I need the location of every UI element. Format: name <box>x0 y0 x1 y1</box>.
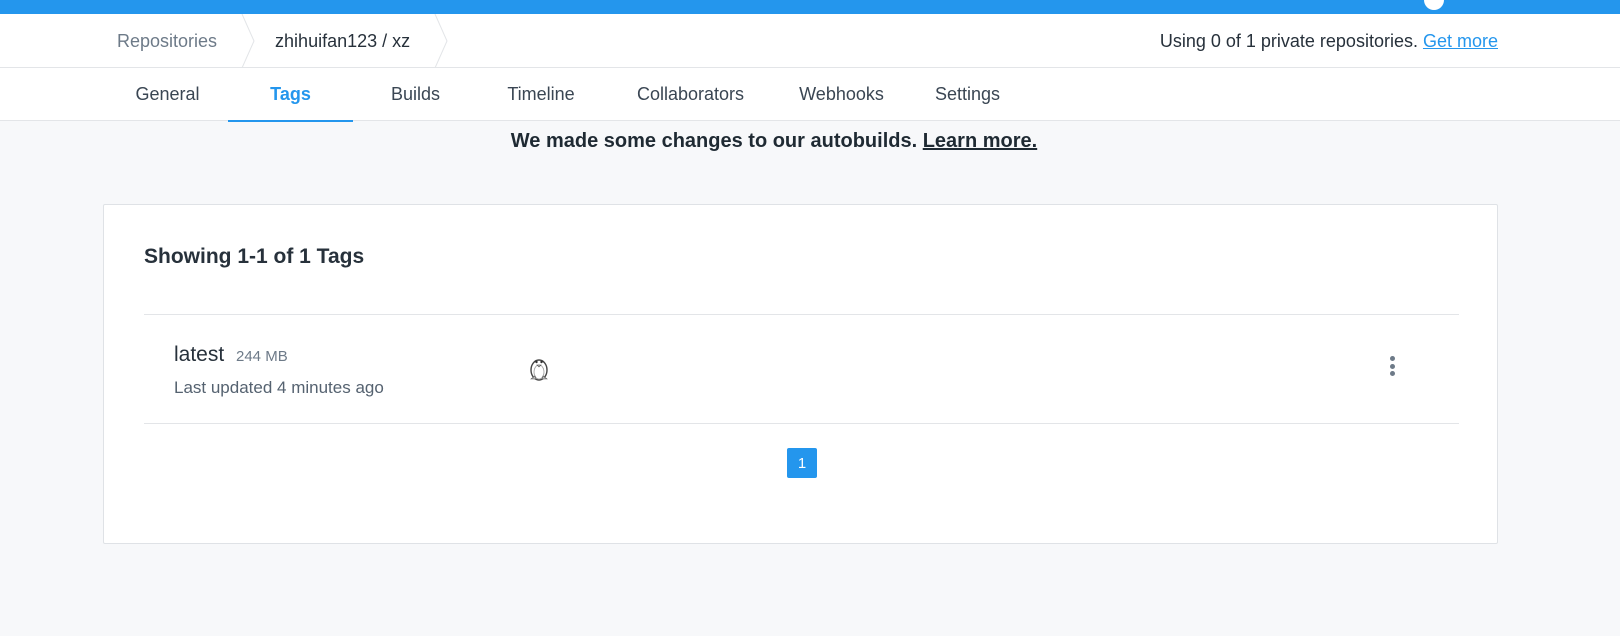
breadcrumb-repositories-link[interactable]: Repositories <box>103 14 241 68</box>
breadcrumb-repo-label: zhihuifan123 / xz <box>275 30 411 51</box>
tag-actions-menu-icon[interactable] <box>1385 353 1399 379</box>
autobuild-changes-banner: We made some changes to our autobuilds. … <box>0 130 1548 153</box>
user-avatar-icon[interactable] <box>1424 0 1444 10</box>
tag-name-link[interactable]: latest <box>174 343 224 367</box>
tag-size: 244 MB <box>236 348 288 365</box>
tab-builds[interactable]: Builds <box>363 68 468 121</box>
tab-settings[interactable]: Settings <box>925 68 1010 121</box>
banner-text: We made some changes to our autobuilds. <box>510 130 918 152</box>
top-nav-bar <box>0 0 1620 14</box>
tag-last-updated: Last updated 4 minutes ago <box>174 378 384 397</box>
tag-row: latest 244 MB Last updated 4 minutes ago <box>144 314 1459 424</box>
breadcrumb: Repositories zhihuifan123 / xz <box>103 14 448 68</box>
breadcrumb-root-label: Repositories <box>117 30 218 51</box>
tab-tags[interactable]: Tags <box>228 68 353 122</box>
breadcrumb-repo-name[interactable]: zhihuifan123 / xz <box>255 14 434 68</box>
tab-general[interactable]: General <box>117 68 218 121</box>
linux-tux-icon <box>527 353 551 381</box>
get-more-link[interactable]: Get more <box>1423 31 1498 52</box>
private-repo-usage: Using 0 of 1 private repositories. Get m… <box>1160 14 1498 68</box>
repository-subheader: Repositories zhihuifan123 / xz Using 0 o… <box>0 14 1620 68</box>
tags-count-title: Showing 1-1 of 1 Tags <box>144 245 365 268</box>
tab-collaborators[interactable]: Collaborators <box>623 68 758 121</box>
tab-timeline[interactable]: Timeline <box>490 68 592 121</box>
learn-more-link[interactable]: Learn more. <box>923 130 1037 152</box>
private-repo-usage-text: Using 0 of 1 private repositories. <box>1159 30 1418 51</box>
pagination-page-1[interactable]: 1 <box>787 448 817 478</box>
tags-panel: Showing 1-1 of 1 Tags latest 244 MB Last… <box>103 204 1498 544</box>
repository-tabs: General Tags Builds Timeline Collaborato… <box>0 68 1620 122</box>
tab-webhooks[interactable]: Webhooks <box>788 68 895 121</box>
breadcrumb-separator-icon <box>241 14 255 68</box>
breadcrumb-separator-icon <box>434 14 448 68</box>
